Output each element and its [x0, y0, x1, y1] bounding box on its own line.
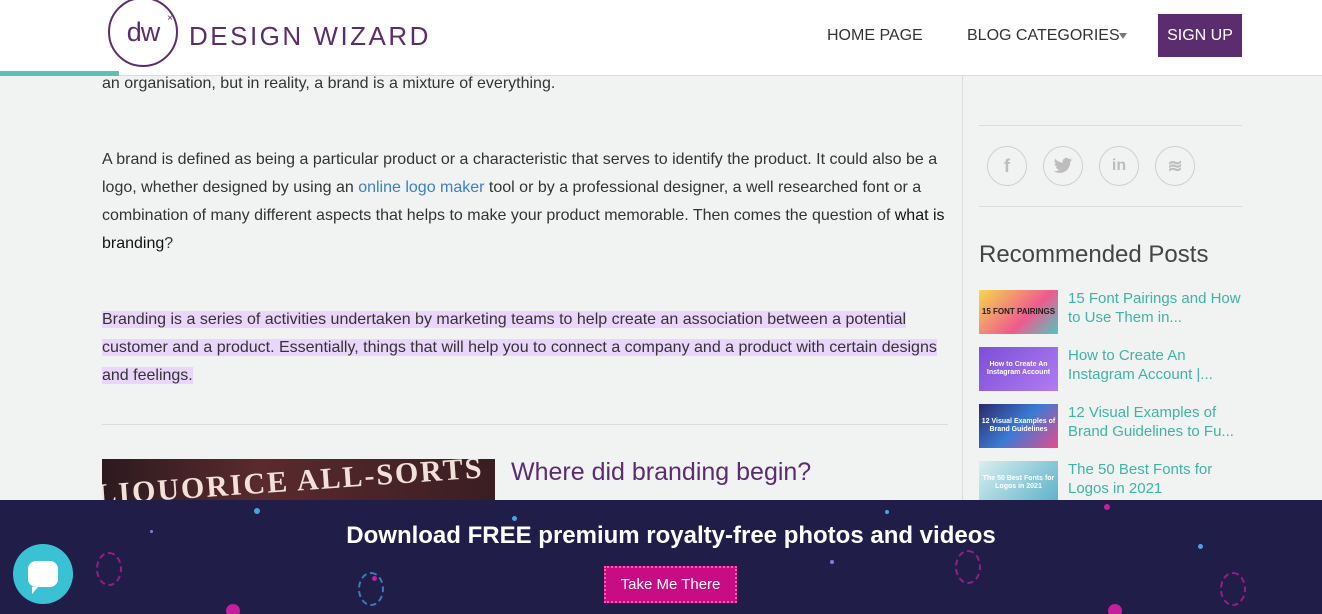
twitter-icon[interactable]	[1043, 146, 1083, 186]
site-header: dw × DESIGN WIZARD HOME PAGE BLOG CATEGO…	[0, 0, 1322, 76]
post-thumbnail[interactable]: 15 FONT PAIRINGS	[979, 290, 1058, 334]
fingerprint-icon	[96, 552, 122, 586]
linkedin-icon[interactable]: in	[1099, 146, 1139, 186]
online-logo-maker-link[interactable]: online logo maker	[358, 179, 484, 196]
chat-widget-button[interactable]	[13, 544, 73, 604]
decor-dot	[512, 516, 517, 521]
decor-dot	[1108, 604, 1122, 614]
recommended-post[interactable]: 15 FONT PAIRINGS 15 Font Pairings and Ho…	[979, 290, 1242, 334]
recommended-post[interactable]: The 50 Best Fonts for Logos in 2021 The …	[979, 461, 1242, 505]
post-thumbnail[interactable]: The 50 Best Fonts for Logos in 2021	[979, 461, 1058, 505]
banner-title: Download FREE premium royalty-free photo…	[346, 522, 996, 549]
highlighted-paragraph: Branding is a series of activities under…	[102, 306, 948, 390]
nav-blog-categories[interactable]: BLOG CATEGORIES	[967, 27, 1120, 45]
sidebar-divider	[962, 76, 963, 506]
text-span: ?	[164, 235, 174, 252]
decor-dot	[830, 560, 834, 564]
post-thumbnail[interactable]: How to Create An Instagram Account	[979, 347, 1058, 391]
nav-home-page[interactable]: HOME PAGE	[827, 27, 923, 45]
caret-down-icon[interactable]	[1119, 33, 1127, 39]
logo-star-icon: ×	[167, 13, 173, 24]
facebook-glyph: f	[1004, 155, 1010, 176]
section-divider	[102, 424, 948, 425]
sidebar-divider-line	[979, 125, 1242, 126]
buffer-icon[interactable]: ≋	[1155, 146, 1195, 186]
chat-bubble-icon	[28, 561, 58, 594]
post-title-link[interactable]: How to Create An Instagram Account |...	[1068, 346, 1244, 384]
decor-dot	[885, 510, 889, 514]
logo-mark-text: dw	[126, 16, 161, 47]
sidebar-divider-line	[979, 206, 1242, 207]
recommended-post[interactable]: 12 Visual Examples of Brand Guidelines 1…	[979, 404, 1242, 448]
article-image: LIQUORICE ALL-SORTS	[102, 459, 495, 501]
fingerprint-icon	[1220, 572, 1246, 606]
fingerprint-icon	[955, 550, 981, 584]
article-paragraph: A brand is defined as being a particular…	[102, 146, 948, 258]
decor-dot	[226, 604, 240, 614]
highlight-text: Branding is a series of activities under…	[102, 311, 937, 384]
recommended-posts-title: Recommended Posts	[979, 241, 1209, 268]
recommended-post[interactable]: How to Create An Instagram Account How t…	[979, 347, 1242, 391]
post-title-link[interactable]: 12 Visual Examples of Brand Guidelines t…	[1068, 403, 1244, 441]
reading-progress-bar	[0, 71, 119, 76]
take-me-there-button[interactable]: Take Me There	[604, 566, 737, 603]
linkedin-glyph: in	[1111, 157, 1127, 174]
decor-dot	[254, 508, 260, 514]
sign-up-button[interactable]: SIGN UP	[1158, 14, 1242, 57]
section-heading: Where did branding begin?	[511, 458, 812, 486]
article-image-text: LIQUORICE ALL-SORTS	[102, 459, 485, 501]
buffer-glyph: ≋	[1167, 155, 1183, 176]
post-title-link[interactable]: The 50 Best Fonts for Logos in 2021	[1068, 460, 1244, 498]
logo-text[interactable]: DESIGN WIZARD	[189, 21, 431, 52]
twitter-bird-icon	[1053, 157, 1073, 173]
fingerprint-icon	[358, 572, 384, 606]
promo-banner: Download FREE premium royalty-free photo…	[0, 500, 1322, 614]
decor-dot	[1104, 504, 1110, 510]
post-title-link[interactable]: 15 Font Pairings and How to Use Them in.…	[1068, 289, 1244, 327]
facebook-icon[interactable]: f	[987, 146, 1027, 186]
logo-mark[interactable]: dw ×	[108, 0, 178, 67]
post-thumbnail[interactable]: 12 Visual Examples of Brand Guidelines	[979, 404, 1058, 448]
